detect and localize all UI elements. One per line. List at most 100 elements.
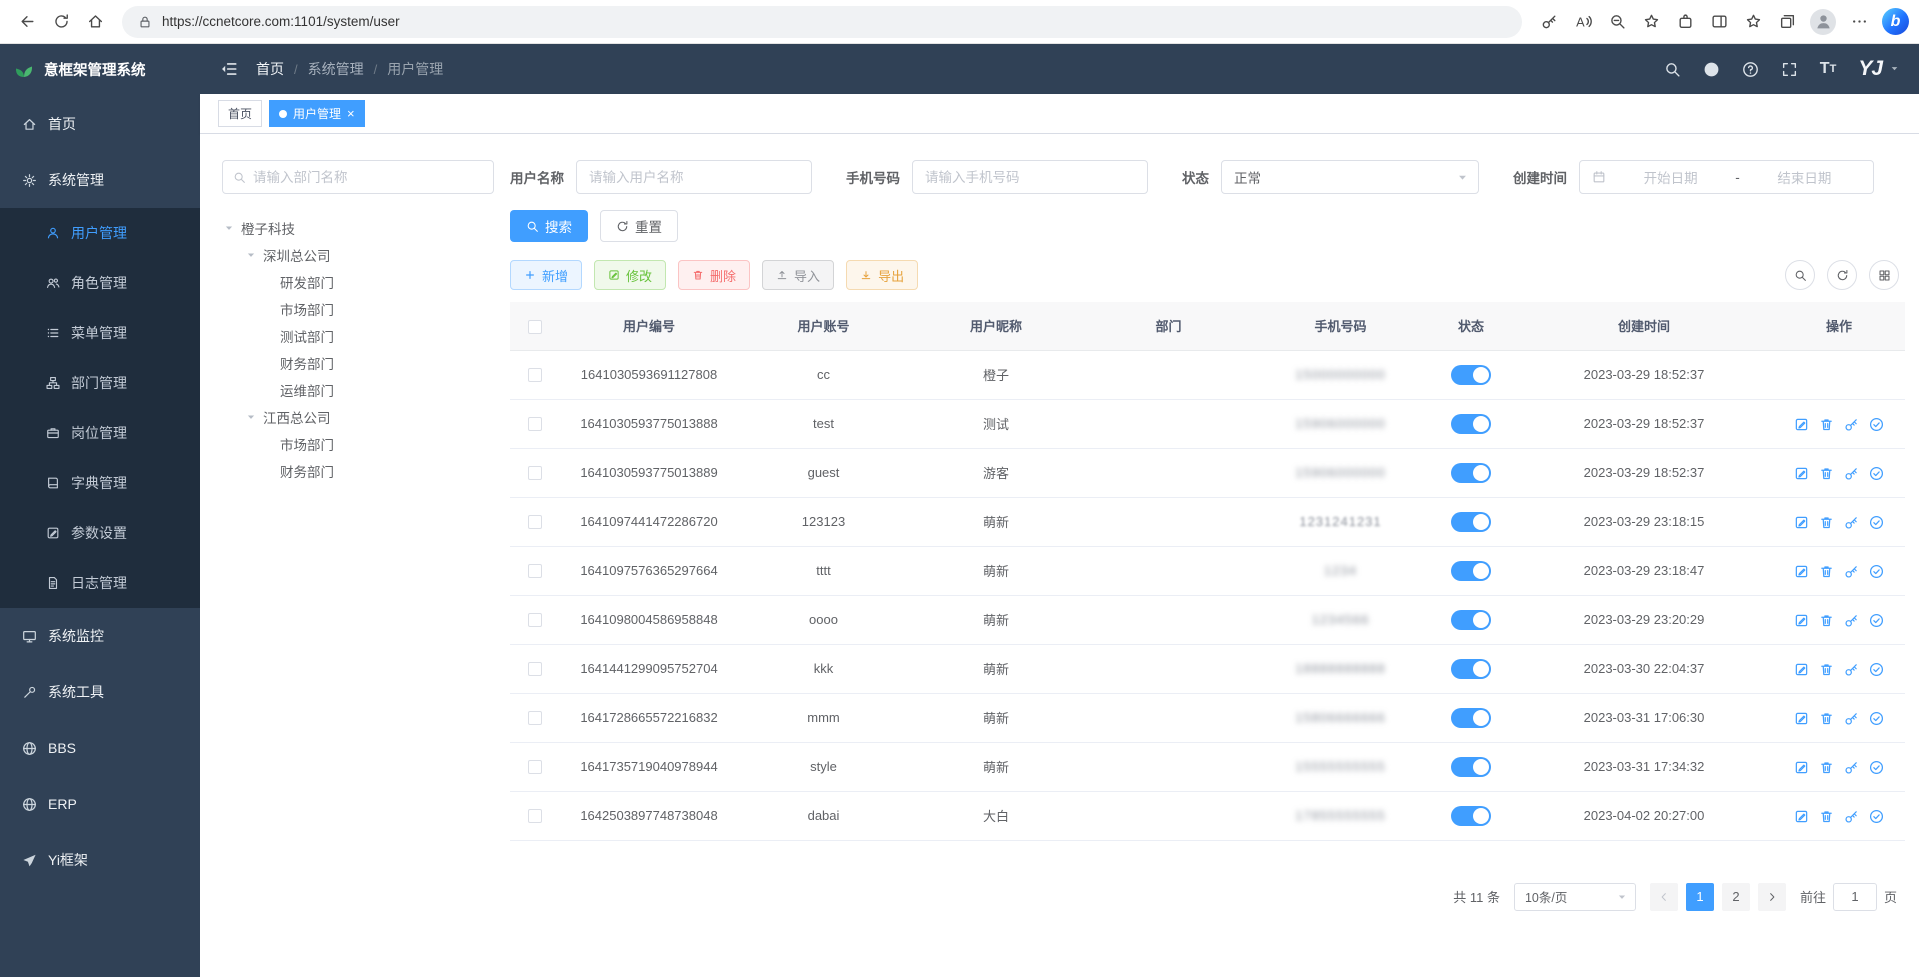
- github-button[interactable]: [1703, 61, 1720, 78]
- phone-input[interactable]: [912, 160, 1148, 194]
- browser-favorite-add-button[interactable]: [1634, 5, 1668, 39]
- delete-button[interactable]: [1819, 760, 1834, 775]
- tab-1[interactable]: 用户管理×: [269, 100, 365, 127]
- browser-split-screen-button[interactable]: [1702, 5, 1736, 39]
- goto-page-input[interactable]: [1833, 883, 1877, 911]
- delete-button[interactable]: [1819, 662, 1834, 677]
- sidebar-item-dept[interactable]: 部门管理: [0, 358, 200, 408]
- status-toggle[interactable]: [1451, 659, 1491, 679]
- row-checkbox[interactable]: [528, 662, 542, 676]
- delete-button[interactable]: 删除: [678, 260, 750, 290]
- chevron-down-icon[interactable]: [1890, 64, 1899, 73]
- reset-password-button[interactable]: [1844, 711, 1859, 726]
- browser-zoom-out-button[interactable]: [1600, 5, 1634, 39]
- page-button-1[interactable]: 1: [1686, 883, 1714, 911]
- edit-button[interactable]: [1794, 662, 1809, 677]
- tree-node[interactable]: 财务部门: [222, 349, 494, 376]
- reset-button[interactable]: 重置: [600, 210, 678, 242]
- tree-node[interactable]: 运维部门: [222, 376, 494, 403]
- page-size-select[interactable]: 10条/页: [1514, 883, 1636, 911]
- breadcrumb-item[interactable]: 系统管理: [308, 59, 364, 79]
- tab-0[interactable]: 首页: [218, 100, 262, 127]
- close-tab-icon[interactable]: ×: [347, 107, 355, 120]
- address-bar[interactable]: https://ccnetcore.com:1101/system/user: [122, 6, 1522, 38]
- reset-password-button[interactable]: [1844, 809, 1859, 824]
- sidebar-item-monitor[interactable]: 系统监控: [0, 608, 200, 664]
- status-toggle[interactable]: [1451, 708, 1491, 728]
- browser-key-button[interactable]: [1532, 5, 1566, 39]
- sidebar-item-role[interactable]: 角色管理: [0, 258, 200, 308]
- assign-role-button[interactable]: [1869, 417, 1884, 432]
- row-checkbox[interactable]: [528, 711, 542, 725]
- delete-button[interactable]: [1819, 613, 1834, 628]
- column-settings-button[interactable]: [1869, 260, 1899, 290]
- status-toggle[interactable]: [1451, 806, 1491, 826]
- sidebar-item-config[interactable]: 参数设置: [0, 508, 200, 558]
- row-checkbox[interactable]: [528, 613, 542, 627]
- assign-role-button[interactable]: [1869, 809, 1884, 824]
- edit-button[interactable]: [1794, 760, 1809, 775]
- row-checkbox[interactable]: [528, 760, 542, 774]
- username-input[interactable]: [576, 160, 812, 194]
- export-button[interactable]: 导出: [846, 260, 918, 290]
- browser-favorites-bar-button[interactable]: [1736, 5, 1770, 39]
- browser-back-button[interactable]: [10, 5, 44, 39]
- status-toggle[interactable]: [1451, 561, 1491, 581]
- sidebar-item-post[interactable]: 岗位管理: [0, 408, 200, 458]
- tree-node[interactable]: 市场部门: [222, 295, 494, 322]
- status-toggle[interactable]: [1451, 512, 1491, 532]
- assign-role-button[interactable]: [1869, 662, 1884, 677]
- question-button[interactable]: [1742, 61, 1759, 78]
- tree-node[interactable]: 市场部门: [222, 430, 494, 457]
- edit-button[interactable]: [1794, 564, 1809, 579]
- profile-avatar[interactable]: [1810, 9, 1836, 35]
- collapse-sidebar-button[interactable]: [220, 60, 238, 78]
- edit-button[interactable]: [1794, 809, 1809, 824]
- edit-button[interactable]: [1794, 613, 1809, 628]
- prev-page-button[interactable]: [1650, 883, 1678, 911]
- row-checkbox[interactable]: [528, 809, 542, 823]
- assign-role-button[interactable]: [1869, 515, 1884, 530]
- sidebar-item-bbs[interactable]: BBS: [0, 720, 200, 776]
- reset-password-button[interactable]: [1844, 613, 1859, 628]
- font-size-button[interactable]: TT: [1820, 60, 1837, 78]
- sidebar-item-menu[interactable]: 菜单管理: [0, 308, 200, 358]
- sidebar-item-erp[interactable]: ERP: [0, 776, 200, 832]
- row-checkbox[interactable]: [528, 466, 542, 480]
- sidebar-item-user[interactable]: 用户管理: [0, 208, 200, 258]
- edit-button[interactable]: [1794, 515, 1809, 530]
- department-search-input[interactable]: [253, 170, 483, 185]
- edit-button[interactable]: 修改: [594, 260, 666, 290]
- row-checkbox[interactable]: [528, 417, 542, 431]
- breadcrumb-item[interactable]: 首页: [256, 59, 284, 79]
- status-toggle[interactable]: [1451, 610, 1491, 630]
- page-button-2[interactable]: 2: [1722, 883, 1750, 911]
- sidebar-item-tool[interactable]: 系统工具: [0, 664, 200, 720]
- fullscreen-button[interactable]: [1781, 61, 1798, 78]
- delete-button[interactable]: [1819, 466, 1834, 481]
- browser-read-aloud-button[interactable]: A: [1566, 5, 1600, 39]
- assign-role-button[interactable]: [1869, 711, 1884, 726]
- browser-collections-button[interactable]: [1770, 5, 1804, 39]
- breadcrumb-item[interactable]: 用户管理: [387, 59, 443, 79]
- status-select[interactable]: 正常: [1221, 160, 1479, 194]
- sidebar-item-yi[interactable]: Yi框架: [0, 832, 200, 888]
- add-button[interactable]: 新增: [510, 260, 582, 290]
- status-toggle[interactable]: [1451, 463, 1491, 483]
- row-checkbox[interactable]: [528, 564, 542, 578]
- browser-more-button[interactable]: [1842, 5, 1876, 39]
- browser-extensions-button[interactable]: [1668, 5, 1702, 39]
- delete-button[interactable]: [1819, 417, 1834, 432]
- edit-button[interactable]: [1794, 711, 1809, 726]
- next-page-button[interactable]: [1758, 883, 1786, 911]
- select-all-checkbox[interactable]: [528, 320, 542, 334]
- bing-copilot-icon[interactable]: b: [1882, 8, 1909, 35]
- row-checkbox[interactable]: [528, 368, 542, 382]
- delete-button[interactable]: [1819, 711, 1834, 726]
- assign-role-button[interactable]: [1869, 564, 1884, 579]
- import-button[interactable]: 导入: [762, 260, 834, 290]
- edit-button[interactable]: [1794, 466, 1809, 481]
- status-toggle[interactable]: [1451, 757, 1491, 777]
- date-range-picker[interactable]: 开始日期 - 结束日期: [1579, 160, 1874, 194]
- sidebar-item-dict[interactable]: 字典管理: [0, 458, 200, 508]
